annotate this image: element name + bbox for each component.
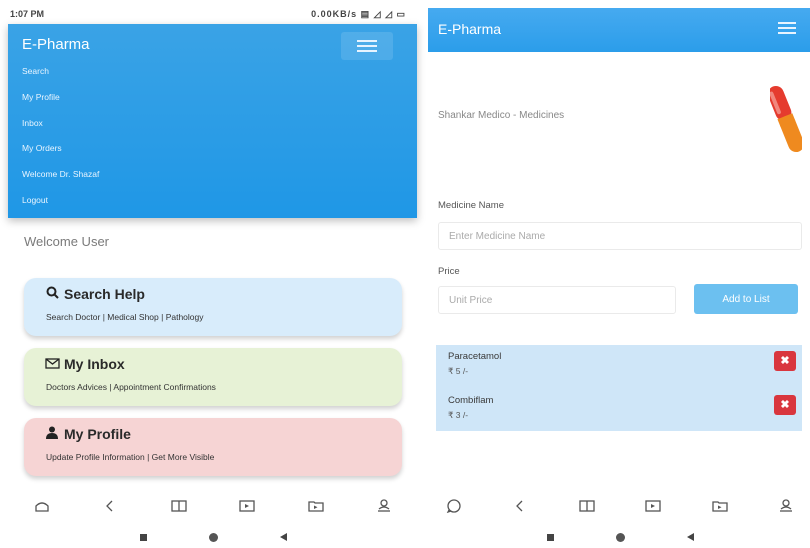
medicine-list: Paracetamol ₹ 5 /- ✖ Combiflam ₹ 3 /- ✖ [436,345,802,431]
back-triangle-icon[interactable] [686,533,694,541]
remove-item-button[interactable]: ✖ [774,351,796,371]
nav-menu-panel: E-Pharma Search My Profile Inbox My Orde… [8,24,417,218]
video-icon[interactable] [641,499,665,515]
welcome-text: Welcome User [24,234,110,249]
my-profile-card[interactable]: My Profile Update Profile Information | … [24,418,402,476]
menu-item-welcome[interactable]: Welcome Dr. Shazaf [22,169,99,195]
menu-item-inbox[interactable]: Inbox [22,118,99,144]
system-nav-bar [442,530,798,544]
remove-item-button[interactable]: ✖ [774,395,796,415]
add-to-list-button[interactable]: Add to List [694,284,798,314]
home-icon[interactable] [30,499,54,515]
menu-list: Search My Profile Inbox My Orders Welcom… [22,66,99,221]
medicine-item-name: Combiflam [448,395,494,406]
back-icon[interactable] [98,499,122,515]
home-button-icon[interactable] [615,532,625,542]
hamburger-icon[interactable] [341,32,393,60]
menu-item-search[interactable]: Search [22,66,99,92]
card-title: My Profile [44,426,131,442]
envelope-icon [44,356,60,372]
book-icon[interactable] [167,499,191,515]
unit-price-input[interactable] [438,286,676,314]
list-item: Combiflam ₹ 3 /- ✖ [436,389,802,429]
brand-title[interactable]: E-Pharma [438,21,501,37]
card-title-text: My Profile [64,426,131,442]
menu-item-logout[interactable]: Logout [22,195,99,221]
folder-icon[interactable] [708,499,732,515]
system-nav-bar [30,530,396,544]
close-icon: ✖ [780,399,790,411]
list-item: Paracetamol ₹ 5 /- ✖ [436,345,802,385]
search-icon [44,286,60,302]
left-phone-screen: 1:07 PM 0.00KB/s ▤ ◿ ◿ ▭ E-Pharma Search… [0,0,420,548]
price-label: Price [438,266,460,277]
menu-item-my-profile[interactable]: My Profile [22,92,99,118]
book-icon[interactable] [575,499,599,515]
medicine-item-price: ₹ 3 /- [448,410,469,420]
medicine-name-input[interactable] [438,222,802,250]
medicine-name-label: Medicine Name [438,200,504,211]
close-icon: ✖ [780,355,790,367]
home-button-icon[interactable] [208,532,218,542]
bottom-nav-bar [442,496,798,518]
menu-item-my-orders[interactable]: My Orders [22,143,99,169]
hamburger-icon[interactable] [778,22,796,34]
status-indicators: 0.00KB/s ▤ ◿ ◿ ▭ [311,9,406,19]
back-triangle-icon[interactable] [279,533,287,541]
card-subtitle: Search Doctor | Medical Shop | Pathology [46,312,204,322]
status-time: 1:07 PM [10,9,45,19]
capsule-pill-icon [770,85,802,153]
shop-title: Shankar Medico - Medicines [438,110,565,121]
card-title: Search Help [44,286,145,302]
user-icon[interactable] [372,499,396,515]
medicine-item-name: Paracetamol [448,351,502,362]
card-subtitle: Update Profile Information | Get More Vi… [46,452,215,462]
card-title-text: Search Help [64,286,145,302]
video-icon[interactable] [235,499,259,515]
search-help-card[interactable]: Search Help Search Doctor | Medical Shop… [24,278,402,336]
status-bar: 1:07 PM 0.00KB/s ▤ ◿ ◿ ▭ [8,8,412,22]
recents-icon[interactable] [546,533,554,541]
chat-icon[interactable] [442,498,466,516]
back-icon[interactable] [508,499,532,515]
bottom-nav-bar [30,496,396,518]
brand-title[interactable]: E-Pharma [22,36,90,53]
medicine-item-price: ₹ 5 /- [448,366,469,376]
card-subtitle: Doctors Advices | Appointment Confirmati… [46,382,216,392]
card-title-text: My Inbox [64,356,125,372]
user-icon[interactable] [774,499,798,515]
recents-icon[interactable] [139,533,147,541]
folder-icon[interactable] [304,499,328,515]
app-header: E-Pharma [428,8,810,52]
my-inbox-card[interactable]: My Inbox Doctors Advices | Appointment C… [24,348,402,406]
right-phone-screen: E-Pharma Shankar Medico - Medicines Medi… [428,0,810,548]
card-title: My Inbox [44,356,125,372]
user-icon [44,426,60,442]
